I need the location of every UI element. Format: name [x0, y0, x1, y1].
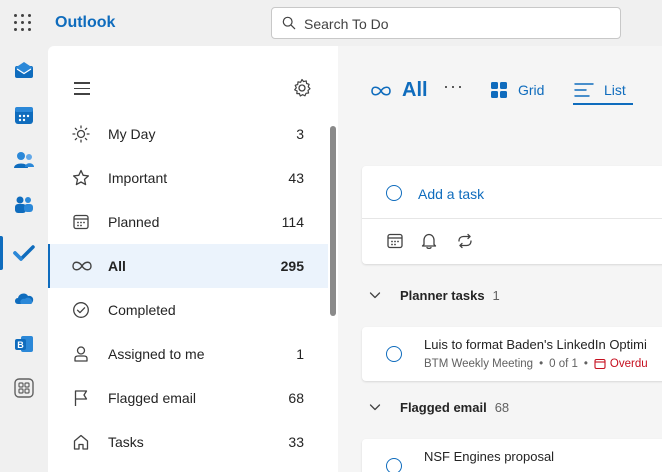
tab-label: Grid [518, 82, 545, 98]
sidebar-item-planned[interactable]: Planned 114 [48, 200, 328, 244]
active-tab-indicator [573, 103, 633, 105]
chevron-down-icon [369, 292, 381, 299]
search-input[interactable]: Search To Do [304, 16, 389, 32]
star-icon [72, 169, 90, 186]
add-task-input[interactable]: Add a task [418, 186, 484, 202]
group-count: 1 [492, 287, 500, 303]
list-icon [574, 83, 594, 97]
sidebar-scrollbar[interactable] [330, 126, 336, 316]
todo-icon[interactable] [10, 239, 38, 267]
add-task-card: Add a task [362, 166, 662, 264]
task-row[interactable]: Luis to format Baden's LinkedIn Optimi B… [362, 327, 662, 381]
task-status-label: Overdu [609, 358, 648, 370]
gear-icon[interactable] [292, 78, 312, 98]
task-meta: BTM Weekly Meeting • 0 of 1 • Overdu [424, 358, 648, 370]
main-content: All ··· Grid List Add a task Planner tas… [338, 46, 662, 472]
chevron-down-icon [369, 404, 381, 411]
app-name[interactable]: Outlook [55, 14, 115, 32]
mail-icon[interactable] [10, 56, 38, 84]
sidebar-item-label: Tasks [108, 434, 144, 450]
apps-icon[interactable] [10, 374, 38, 402]
sidebar-item-label: Planned [108, 214, 160, 230]
page-title: All [402, 79, 428, 101]
tab-list[interactable]: List [574, 78, 626, 102]
repeat-icon[interactable] [456, 232, 474, 250]
sun-icon [72, 125, 90, 143]
sidebar-item-label: My Day [108, 126, 156, 142]
hamburger-menu-icon[interactable] [74, 82, 90, 95]
infinity-icon [371, 86, 391, 96]
group-title: Planner tasks [400, 287, 485, 303]
task-progress: 0 of 1 [549, 358, 578, 370]
sidebar-item-label: Completed [108, 302, 176, 318]
tab-grid[interactable]: Grid [490, 78, 544, 102]
check-circle-icon [73, 302, 89, 318]
sidebar-item-count: 295 [280, 258, 304, 274]
task-source: BTM Weekly Meeting [424, 358, 534, 370]
sidebar-item-tasks[interactable]: Tasks 33 [48, 420, 328, 464]
separator-dot: • [583, 358, 588, 370]
sidebar-item-count: 43 [288, 170, 304, 186]
top-bar: Outlook Search To Do [0, 0, 662, 46]
divider [362, 218, 662, 219]
home-icon [73, 434, 89, 450]
group-title: Flagged email [400, 399, 487, 415]
sidebar-item-assigned-to-me[interactable]: Assigned to me 1 [48, 332, 328, 376]
add-task-circle-icon[interactable] [386, 185, 402, 201]
task-complete-circle-icon[interactable] [386, 346, 402, 362]
sidebar-item-count: 33 [288, 434, 304, 450]
group-header-flagged-email[interactable]: Flagged email 68 [368, 395, 509, 419]
app-rail: B [0, 46, 48, 472]
task-title: Luis to format Baden's LinkedIn Optimi [424, 337, 647, 352]
person-icon [74, 346, 88, 362]
sidebar-item-flagged-email[interactable]: Flagged email 68 [48, 376, 328, 420]
teams-icon[interactable] [10, 191, 38, 219]
lists-sidebar: My Day 3 Important 43 Planned 114 All 29… [48, 46, 338, 472]
sidebar-item-count: 68 [288, 390, 304, 406]
sidebar-item-all[interactable]: All 295 [48, 244, 328, 288]
sidebar-item-count: 114 [281, 214, 304, 230]
reminder-bell-icon[interactable] [420, 232, 438, 250]
svg-text:B: B [17, 340, 24, 350]
calendar-icon[interactable] [10, 101, 38, 129]
sidebar-item-label: Important [108, 170, 168, 186]
sidebar-item-important[interactable]: Important 43 [48, 156, 328, 200]
search-box[interactable]: Search To Do [271, 7, 621, 39]
group-header-planner-tasks[interactable]: Planner tasks 1 [368, 283, 500, 307]
infinity-icon [72, 261, 92, 271]
task-row[interactable]: NSF Engines proposal [362, 439, 662, 472]
separator-dot: • [539, 358, 544, 370]
calendar-icon [594, 358, 606, 370]
task-title: NSF Engines proposal [424, 449, 555, 464]
grid-icon [491, 82, 507, 98]
due-date-icon[interactable] [386, 232, 404, 250]
group-count: 68 [494, 399, 510, 415]
sidebar-item-label: All [108, 258, 126, 274]
flag-icon [74, 390, 88, 406]
app-launcher-icon[interactable] [14, 14, 32, 32]
sidebar-item-completed[interactable]: Completed [48, 288, 328, 332]
sidebar-item-label: Assigned to me [108, 346, 205, 362]
search-icon [282, 16, 296, 30]
bookings-icon[interactable]: B [10, 330, 38, 358]
calendar-grid-icon [73, 214, 89, 230]
onedrive-icon[interactable] [10, 284, 38, 312]
sidebar-item-count: 1 [296, 346, 304, 362]
sidebar-item-count: 3 [296, 126, 304, 142]
sidebar-item-my-day[interactable]: My Day 3 [48, 112, 328, 156]
active-app-indicator [0, 236, 3, 270]
sidebar-item-label: Flagged email [108, 390, 196, 406]
task-status: Overdu [594, 358, 648, 370]
more-options-button[interactable]: ··· [443, 76, 464, 97]
tab-label: List [604, 82, 626, 98]
task-complete-circle-icon[interactable] [386, 458, 402, 472]
people-icon[interactable] [10, 146, 38, 174]
